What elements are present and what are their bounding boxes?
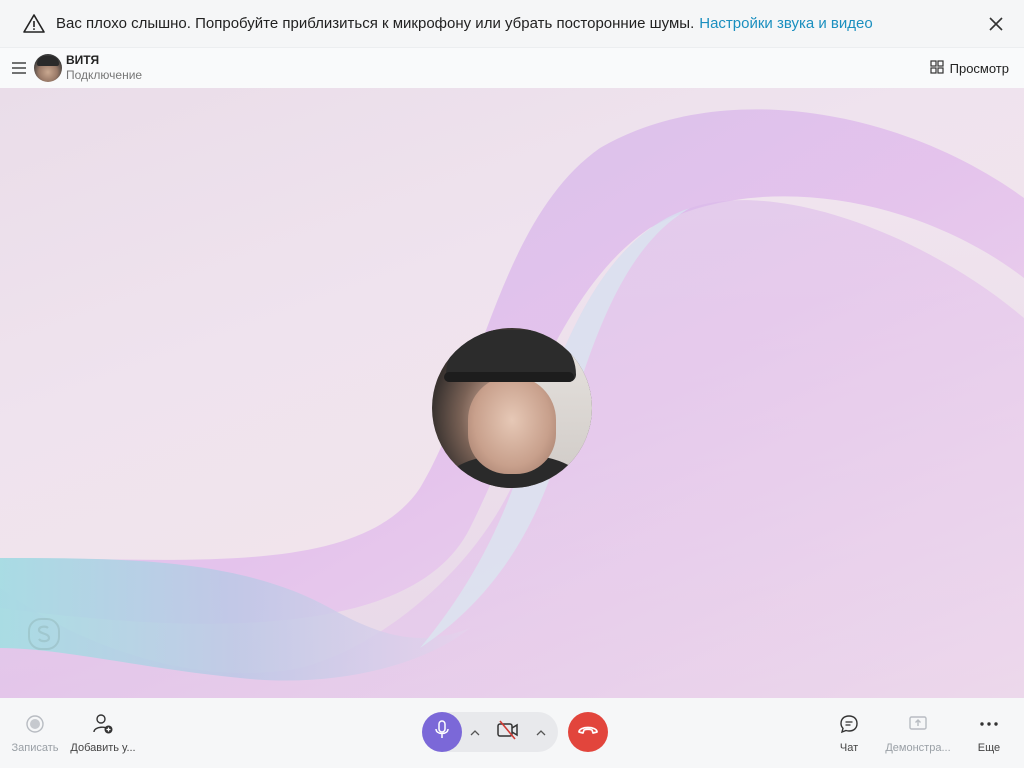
view-button[interactable]: Просмотр [930,59,1012,77]
audio-warning-banner: Вас плохо слышно. Попробуйте приблизитьс… [0,0,1024,48]
close-icon[interactable] [984,12,1008,36]
camera-off-icon [496,719,520,745]
hang-up-button[interactable] [568,712,608,752]
avatar[interactable] [34,54,62,82]
microphone-options-chevron[interactable] [462,712,488,752]
view-label: Просмотр [949,60,1009,76]
warning-icon [22,12,46,36]
screen-share-icon [906,712,930,736]
record-label: Записать [11,742,59,754]
more-icon [977,712,1001,736]
add-people-label: Добавить у... [70,742,136,754]
add-person-icon [91,712,115,736]
chevron-up-icon [536,723,546,741]
grid-view-icon [930,59,944,77]
chat-label: Чат [839,742,859,754]
media-controls [422,712,608,752]
warning-message: Вас плохо слышно. Попробуйте приблизитьс… [56,15,695,32]
audio-video-settings-link[interactable]: Настройки звука и видео [699,15,872,32]
more-button[interactable]: Еще [949,712,1024,754]
hamburger-icon[interactable] [12,60,28,76]
skype-logo-icon [26,616,62,652]
call-status: Подключение [66,68,143,82]
microphone-icon [433,719,451,745]
chat-button[interactable]: Чат [809,712,889,754]
camera-options-chevron[interactable] [528,712,554,752]
call-stage [0,88,1024,698]
audio-video-group [422,712,558,752]
contact-name: ВИТЯ [66,53,100,67]
camera-toggle-button[interactable] [488,712,528,752]
more-label: Еще [977,742,1001,754]
screen-share-button[interactable]: Демонстра... [878,712,958,754]
chevron-up-icon [470,723,480,741]
screen-share-label: Демонстра... [885,742,951,754]
contact-info: ВИТЯ Подключение [66,53,142,83]
call-toolbar: Записать Добавить у... Чат Демонстра... … [0,698,1024,768]
microphone-button[interactable] [422,712,462,752]
callee-avatar [432,328,592,488]
call-header: ВИТЯ Подключение Просмотр [0,48,1024,88]
hang-up-icon [577,723,599,741]
add-people-button[interactable]: Добавить у... [63,712,143,754]
record-icon [23,712,47,736]
chat-icon [837,712,861,736]
